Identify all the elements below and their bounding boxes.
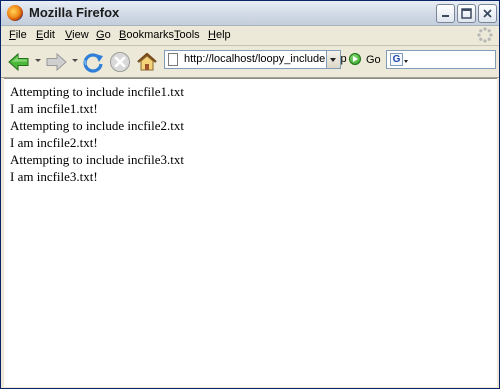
minimize-icon [442,15,449,17]
menu-help[interactable]: Help [208,29,231,41]
menu-go[interactable]: Go [96,29,111,41]
go-arrow-icon[interactable] [349,53,361,65]
page-icon [168,53,178,66]
close-icon [483,9,492,18]
menu-bookmarks[interactable]: Bookmarks [119,29,174,41]
firefox-logo-icon [7,5,23,21]
maximize-button[interactable] [457,4,476,23]
search-engine-chevron-down-icon[interactable] [404,60,408,63]
page-body: Attempting to include incfile1.txt I am … [10,83,184,185]
content-line: I am incfile2.txt! [10,135,98,150]
home-icon[interactable] [135,50,159,74]
forward-arrow-icon[interactable] [44,50,68,74]
menu-view[interactable]: View [65,29,89,41]
url-field[interactable]: http://localhost/loopy_include.php [164,50,347,69]
content-line: Attempting to include incfile3.txt [10,152,185,167]
menu-tools[interactable]: Tools [174,29,200,41]
minimize-button[interactable] [436,4,455,23]
back-history-chevron-down-icon[interactable] [35,59,41,62]
search-input[interactable]: G [386,50,496,69]
stop-icon[interactable] [108,50,132,74]
reload-icon[interactable] [81,50,105,74]
google-search-engine-icon[interactable]: G [390,53,403,66]
go-button-label[interactable]: Go [366,54,381,66]
content-line: Attempting to include incfile2.txt [10,118,185,133]
throbber-icon [477,27,493,43]
content-line: Attempting to include incfile1.txt [10,84,185,99]
maximize-icon [461,8,472,19]
window-title: Mozilla Firefox [29,5,120,20]
forward-history-chevron-down-icon[interactable] [72,59,78,62]
content-line: I am incfile1.txt! [10,101,98,116]
menu-bar: File Edit View Go Bookmarks Tools Help [1,26,499,46]
back-arrow-icon[interactable] [7,50,31,74]
url-history-dropdown-button[interactable] [326,50,341,69]
url-value[interactable]: http://localhost/loopy_include.php [184,53,347,65]
browser-window: Mozilla Firefox File Edit View Go Bookma… [0,0,500,389]
menu-edit[interactable]: Edit [36,29,55,41]
title-bar[interactable]: Mozilla Firefox [1,1,499,26]
close-button[interactable] [478,4,497,23]
page-content: Attempting to include incfile1.txt I am … [4,78,497,387]
content-line: I am incfile3.txt! [10,169,98,184]
menu-file[interactable]: File [9,29,27,41]
